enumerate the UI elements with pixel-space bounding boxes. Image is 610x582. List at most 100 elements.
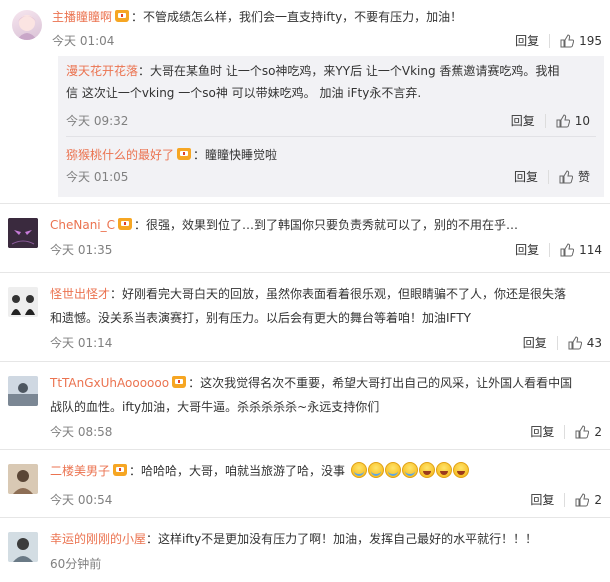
crying-laugh-emoji-icon bbox=[350, 462, 367, 478]
like-button[interactable]: 2 bbox=[575, 492, 602, 508]
comment-body: 怪世出怪才：好刚看完大哥白天的回放，虽然你表面看着很乐观，但眼睛骗不了人，你还是… bbox=[50, 285, 566, 303]
timestamp: 今天 01:35 bbox=[50, 243, 113, 257]
comment-text: ：瞳瞳快睡觉啦 bbox=[193, 148, 278, 162]
timestamp: 今天 01:04 bbox=[52, 34, 115, 48]
reply-button[interactable]: 回复 bbox=[515, 242, 539, 258]
like-label: 赞 bbox=[577, 170, 590, 184]
username-link[interactable]: TtTAnGxUhAoooooo bbox=[50, 376, 169, 390]
comment-text: ：好刚看完大哥白天的回放，虽然你表面看着很乐观，但眼睛骗不了人，你还是很失落 bbox=[110, 287, 567, 301]
comment-actions: 回复 43 bbox=[523, 335, 602, 351]
reply-button[interactable]: 回复 bbox=[511, 113, 535, 129]
vip-crown-icon bbox=[115, 10, 130, 22]
comment-item: 二楼美男子 ：哈哈哈，大哥，咱就当旅游了哈，没事 今天 00:54 回复 2 bbox=[0, 450, 610, 516]
comment-text: ：不管成绩怎么样，我们会一直支持ifty，不要有压力，加油！ bbox=[131, 10, 463, 24]
crying-laugh-emoji-icon bbox=[384, 462, 401, 478]
reply-button[interactable]: 回复 bbox=[515, 33, 539, 49]
comment-item: CheNani_C ：很强，效果到位了…到了韩国你只要负责秀就可以了，别的不用在乎… bbox=[0, 204, 610, 268]
comment-actions: 回复 114 bbox=[515, 242, 602, 258]
comment-body: 二楼美男子 ：哈哈哈，大哥，咱就当旅游了哈，没事 bbox=[50, 462, 470, 480]
like-button[interactable]: 2 bbox=[575, 424, 602, 440]
action-divider bbox=[564, 425, 566, 439]
comment-body: 幸运的刚刚的小屋：这样ifty不是更加没有压力了啊！加油，发挥自己最好的水平就行… bbox=[50, 530, 537, 548]
vip-crown-icon bbox=[118, 218, 133, 230]
comment-actions: 回复 10 bbox=[511, 113, 590, 129]
comment-text: ：这次我觉得名次不重要，希望大哥打出自己的风采，让外国人看看中国 bbox=[188, 376, 573, 390]
username-link[interactable]: 猕猴桃什么的最好了 bbox=[66, 148, 174, 162]
comment-item: TtTAnGxUhAoooooo ：这次我觉得名次不重要，希望大哥打出自己的风采，… bbox=[0, 362, 610, 450]
timestamp: 今天 00:54 bbox=[50, 493, 113, 507]
sub-reply-body: 猕猴桃什么的最好了 ：瞳瞳快睡觉啦 bbox=[66, 146, 277, 164]
crying-laugh-emoji-icon bbox=[401, 462, 418, 478]
thumbs-up-icon bbox=[575, 425, 590, 439]
emoji-row bbox=[347, 462, 470, 478]
crying-laugh-emoji-icon bbox=[367, 462, 384, 478]
laugh-emoji-icon bbox=[418, 462, 435, 478]
comment-text-continued: 和遗憾。没关系当表演赛打，别有压力。以后会有更大的舞台等着咱！加油IFTY bbox=[50, 311, 471, 325]
avatar[interactable] bbox=[8, 532, 38, 562]
like-button[interactable]: 114 bbox=[560, 242, 602, 258]
avatar[interactable] bbox=[12, 10, 42, 40]
comment-body: TtTAnGxUhAoooooo ：这次我觉得名次不重要，希望大哥打出自己的风采，… bbox=[50, 374, 572, 392]
comment-actions: 回复 195 bbox=[515, 33, 602, 49]
action-divider bbox=[544, 114, 546, 128]
reply-button[interactable]: 回复 bbox=[523, 335, 547, 351]
timestamp: 今天 01:05 bbox=[66, 170, 129, 184]
username-link[interactable]: 幸运的刚刚的小屋 bbox=[50, 532, 146, 546]
thumbs-up-icon bbox=[560, 243, 575, 257]
comment-text: ：大哥在某鱼时 让一个so神吃鸡，来YY后 让一个Vking 香蕉邀请赛吃鸡。我… bbox=[138, 64, 560, 78]
comment-text-continued: 战队的血性。ifty加油，大哥牛逼。杀杀杀杀杀~永远支持你们 bbox=[50, 400, 380, 414]
comment-text: ：这样ifty不是更加没有压力了啊！加油，发挥自己最好的水平就行！！！ bbox=[146, 532, 538, 546]
vip-crown-icon bbox=[177, 148, 192, 160]
action-divider bbox=[549, 243, 551, 257]
like-count: 2 bbox=[594, 425, 602, 439]
reply-button[interactable]: 回复 bbox=[530, 492, 554, 508]
comment-actions: 回复 2 bbox=[530, 492, 602, 508]
avatar[interactable] bbox=[8, 376, 38, 406]
timestamp: 今天 01:14 bbox=[50, 336, 113, 350]
reply-button[interactable]: 回复 bbox=[514, 169, 538, 185]
username-link[interactable]: 二楼美男子 bbox=[50, 464, 110, 478]
like-count: 195 bbox=[579, 34, 602, 48]
sub-reply-body: 漫天花开花落：大哥在某鱼时 让一个so神吃鸡，来YY后 让一个Vking 香蕉邀… bbox=[66, 62, 559, 80]
comment-item: 怪世出怪才：好刚看完大哥白天的回放，虽然你表面看着很乐观，但眼睛骗不了人，你还是… bbox=[0, 273, 610, 361]
comment-feed: 主播瞳瞳啊 ：不管成绩怎么样，我们会一直支持ifty，不要有压力，加油！ 今天 0… bbox=[0, 0, 610, 582]
username-link[interactable]: 怪世出怪才 bbox=[50, 287, 110, 301]
like-button[interactable]: 10 bbox=[556, 113, 590, 129]
like-count: 2 bbox=[594, 493, 602, 507]
timestamp: 今天 09:32 bbox=[66, 114, 129, 128]
comment-text: ：哈哈哈，大哥，咱就当旅游了哈，没事 bbox=[129, 464, 346, 478]
comment-item: 主播瞳瞳啊 ：不管成绩怎么样，我们会一直支持ifty，不要有压力，加油！ 今天 0… bbox=[0, 0, 610, 203]
like-button[interactable]: 43 bbox=[568, 335, 602, 351]
action-divider bbox=[547, 170, 549, 184]
comment-actions: 回复 赞 bbox=[514, 169, 590, 185]
reply-button[interactable]: 回复 bbox=[530, 424, 554, 440]
laugh-emoji-icon bbox=[435, 462, 452, 478]
like-count: 43 bbox=[586, 336, 602, 350]
username-link[interactable]: CheNani_C bbox=[50, 218, 115, 232]
laugh-emoji-icon bbox=[452, 462, 469, 478]
sub-reply-list: 漫天花开花落：大哥在某鱼时 让一个so神吃鸡，来YY后 让一个Vking 香蕉邀… bbox=[58, 56, 604, 197]
vip-crown-icon bbox=[113, 464, 128, 476]
action-divider bbox=[564, 493, 566, 507]
thumbs-up-icon bbox=[568, 336, 582, 350]
action-divider bbox=[556, 336, 558, 350]
thumbs-up-icon bbox=[556, 114, 570, 128]
username-link[interactable]: 主播瞳瞳啊 bbox=[52, 10, 112, 24]
like-count: 10 bbox=[574, 114, 590, 128]
like-button[interactable]: 赞 bbox=[559, 169, 590, 185]
thumbs-up-icon bbox=[559, 170, 573, 184]
avatar[interactable] bbox=[8, 287, 38, 317]
username-link[interactable]: 漫天花开花落 bbox=[66, 64, 138, 78]
thumbs-up-icon bbox=[560, 34, 575, 48]
comment-body: CheNani_C ：很强，效果到位了…到了韩国你只要负责秀就可以了，别的不用在乎… bbox=[50, 216, 518, 234]
avatar[interactable] bbox=[8, 218, 38, 248]
comment-body: 主播瞳瞳啊 ：不管成绩怎么样，我们会一直支持ifty，不要有压力，加油！ bbox=[52, 8, 462, 26]
like-button[interactable]: 195 bbox=[560, 33, 602, 49]
timestamp: 60分钟前 bbox=[50, 557, 102, 571]
comment-text-continued: 信 这次让一个vking 一个so神 可以带妹吃鸡。 加油 iFty永不言弃. bbox=[66, 86, 422, 100]
avatar[interactable] bbox=[8, 464, 38, 494]
timestamp: 今天 08:58 bbox=[50, 425, 113, 439]
comment-text: ：很强，效果到位了…到了韩国你只要负责秀就可以了，别的不用在乎… bbox=[134, 218, 519, 232]
thumbs-up-icon bbox=[575, 493, 590, 507]
vip-crown-icon bbox=[172, 376, 187, 388]
